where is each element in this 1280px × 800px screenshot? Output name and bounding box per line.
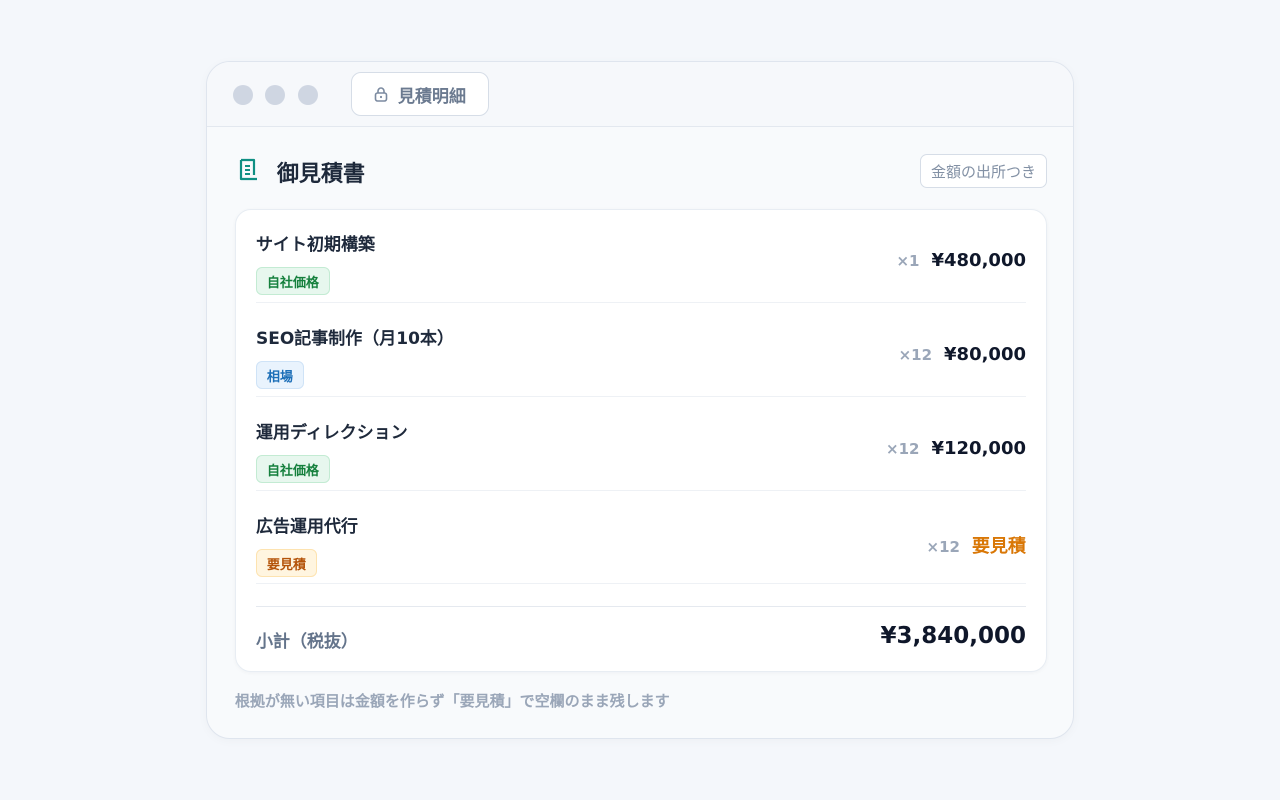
source-badge: 金額の出所つき [919, 154, 1047, 188]
line-item: 運用ディレクション 自社価格 ×12 ¥120,000 [256, 398, 1026, 491]
estimate-window: 見積明細 御見積書 金額の出所つき サイト初期構築 自社価格 ×1 ¥480,0… [206, 61, 1074, 739]
price-source-tag: 自社価格 [256, 455, 331, 483]
window-close-dot[interactable] [233, 85, 253, 105]
price-source-tag: 要見積 [256, 549, 318, 577]
lock-icon [374, 86, 388, 102]
qty-price: ×1 ¥480,000 [896, 250, 1026, 271]
tab-estimate-details[interactable]: 見積明細 [351, 72, 489, 116]
item-quantity: ×12 [926, 538, 960, 556]
window-minimize-dot[interactable] [265, 85, 285, 105]
window-maximize-dot[interactable] [298, 85, 318, 105]
item-price: ¥120,000 [931, 438, 1026, 459]
item-name: SEO記事制作（月10本） [256, 329, 454, 349]
qty-price: ×12 要見積 [927, 532, 1026, 558]
price-source-tag: 自社価格 [256, 267, 331, 295]
estimate-header: 御見積書 金額の出所つき [235, 154, 1047, 190]
line-item: SEO記事制作（月10本） 相場 ×12 ¥80,000 [256, 304, 1026, 397]
item-price: ¥480,000 [931, 250, 1026, 271]
item-quantity: ×12 [898, 346, 933, 364]
window-titlebar: 見積明細 [207, 62, 1073, 127]
tab-label: 見積明細 [398, 86, 466, 107]
item-name: 広告運用代行 [256, 517, 358, 537]
line-items-card: サイト初期構築 自社価格 ×1 ¥480,000 SEO記事制作（月10本） 相… [235, 209, 1047, 672]
footnote: 根拠が無い項目は金額を作らず「要見積」で空欄のまま残します [235, 692, 670, 710]
page-title: 御見積書 [277, 162, 366, 187]
line-item: 広告運用代行 要見積 ×12 要見積 [256, 492, 1026, 584]
subtotal-value: ¥3,840,000 [880, 623, 1026, 649]
item-price: ¥80,000 [944, 344, 1026, 365]
qty-price: ×12 ¥80,000 [899, 344, 1026, 365]
item-name: サイト初期構築 [256, 235, 375, 255]
receipt-icon [237, 158, 261, 188]
item-quantity: ×1 [896, 252, 920, 270]
item-name: 運用ディレクション [256, 423, 408, 443]
item-quantity: ×12 [886, 440, 920, 458]
line-item: サイト初期構築 自社価格 ×1 ¥480,000 [256, 210, 1026, 303]
item-price-pending: 要見積 [972, 536, 1026, 557]
qty-price: ×12 ¥120,000 [886, 438, 1026, 459]
subtotal-label: 小計（税抜） [256, 632, 358, 652]
subtotal-row: 小計（税抜） ¥3,840,000 [256, 606, 1026, 666]
price-source-tag: 相場 [256, 361, 305, 389]
